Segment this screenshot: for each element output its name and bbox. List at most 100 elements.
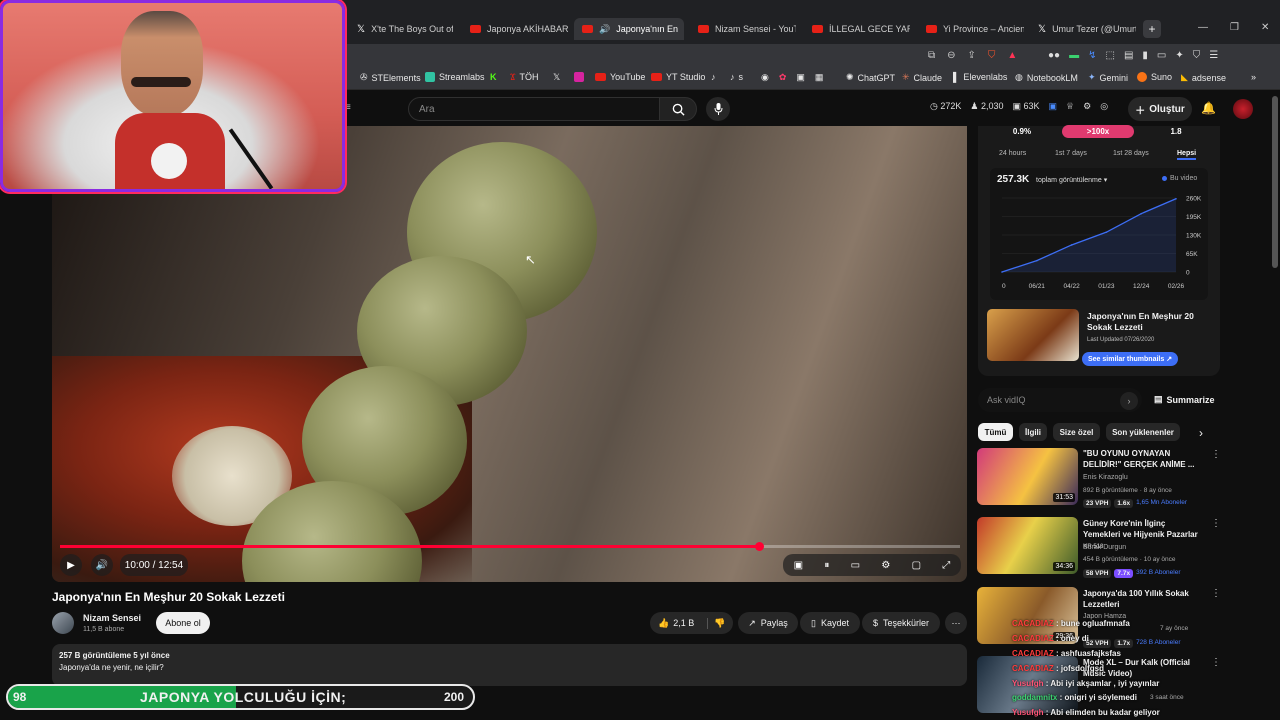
search-button[interactable] [659,97,697,121]
vidiq-player-icon[interactable]: ▣ [794,560,803,571]
zoom-icon[interactable]: ⊖ [947,50,955,61]
thanks-button[interactable]: $ Teşekkürler [862,612,940,634]
video-thumbnail-card[interactable] [987,309,1079,361]
extension-icon[interactable]: ◎ [1100,101,1108,112]
dislike-button[interactable]: 👎 [707,617,725,629]
bookmark-item[interactable]: ✳ Claude [902,72,942,83]
share-icon[interactable]: ⇪ [968,50,976,61]
extension-icon[interactable]: ●● [1048,50,1060,61]
bookmark-item[interactable]: ✇ STElements [360,72,421,83]
chip-related[interactable]: İlgili [1019,423,1047,441]
new-tab-button[interactable]: + [1143,20,1161,38]
puzzle-icon[interactable]: ⬚ [1105,50,1114,61]
more-vertical-icon[interactable]: ⋮ [1211,657,1221,668]
extension-icon[interactable]: ▬ [1069,50,1079,61]
bookmark-item[interactable]: YouTube [595,72,645,82]
share-button[interactable]: ↗ Paylaş [738,612,798,634]
search-input[interactable]: Ara [408,97,660,121]
like-button[interactable]: 👍 2,1 B [658,618,694,629]
recommendation-thumbnail[interactable]: 34:36 [977,517,1078,574]
bookmark-item[interactable]: K [490,72,497,82]
range-tab[interactable]: 1st 28 days [1113,150,1149,157]
video-player[interactable]: ↖ [52,126,967,582]
bookmark-item[interactable]: ▌ Elevenlabs [953,72,1007,82]
more-bookmarks-button[interactable]: » [1251,72,1256,82]
chip-for-you[interactable]: Size özel [1053,423,1100,441]
bookmark-item[interactable]: ✦ Gemini [1088,72,1128,83]
vidiq-icon[interactable]: ▣ [1049,101,1058,112]
hamburger-icon[interactable]: ≡ [345,102,351,113]
channel-name[interactable]: Nizam Sensei [83,613,141,623]
rewards-icon[interactable]: ▲ [1007,50,1017,61]
browser-tab[interactable]: İLLEGAL GECE YARIŞIN [804,18,910,40]
leo-icon[interactable]: ✦ [1175,50,1183,61]
volume-button[interactable]: 🔊 [91,554,113,576]
chip-all[interactable]: Tümü [978,423,1013,441]
save-button[interactable]: ▯ Kaydet [800,612,860,634]
bookmark-item[interactable]: Suno [1137,72,1172,82]
menu-icon[interactable]: ☰ [1209,50,1218,61]
summarize-button[interactable]: ▤ Summarize [1154,394,1215,405]
more-vertical-icon[interactable]: ⋮ [1211,518,1221,529]
voice-search-button[interactable] [706,97,730,121]
wallet-icon[interactable]: ▭ [1157,50,1166,61]
bookmark-item[interactable]: YT Studio [651,72,705,82]
see-similar-thumbnails-button[interactable]: See similar thumbnails ↗ [1082,352,1179,366]
browser-tab[interactable]: Nizam Sensei - YouTub [690,18,796,40]
ask-vidiq-input[interactable]: Ask vidIQ [978,388,1142,412]
close-window-icon[interactable]: ✕ [1261,22,1269,33]
description-box[interactable]: 257 B görüntüleme 5 yıl önce Japonya'da … [52,644,967,686]
subtitles-icon[interactable]: ▭ [851,560,860,571]
more-vertical-icon[interactable]: ⋮ [1211,588,1221,599]
restore-icon[interactable]: ❐ [1230,22,1239,33]
minimize-icon[interactable]: — [1198,22,1208,33]
recommendation-channel[interactable]: Burak Durgun [1083,544,1126,551]
extension-icon[interactable]: ✿ [779,72,787,83]
extension-icon[interactable]: ▣ [796,72,805,83]
bookmark-item[interactable]: Ϫ TÖH [510,72,538,82]
browser-tab[interactable]: Japonya AKİHABARA b [462,18,568,40]
page-scrollbar[interactable] [1272,96,1278,268]
bookmark-item[interactable]: ♪ s [730,72,743,82]
extension-icon[interactable]: ▤ [1124,50,1133,61]
range-tab[interactable]: 1st 7 days [1055,150,1087,157]
open-in-app-icon[interactable]: ⧉ [928,50,935,61]
subscribe-button[interactable]: Abone ol [156,612,210,634]
brave-shield-icon[interactable]: ⛉ [988,50,996,61]
miniplayer-icon[interactable]: ▢ [912,560,921,571]
range-tab[interactable]: 24 hours [999,150,1026,157]
browser-tab[interactable]: 𝕏 X'te The Boys Out of C [349,18,453,40]
bell-outline-icon[interactable]: ♕ [1066,101,1074,112]
bookmark-item[interactable]: ♪ [711,72,716,82]
recommendation-thumbnail[interactable]: 31:53 [977,448,1078,505]
bookmark-item[interactable]: ◣ adsense [1181,72,1226,83]
browser-tab[interactable]: 𝕏 Umur Tezer (@Umurte [1030,18,1136,40]
ask-send-button[interactable]: › [1120,392,1138,410]
browser-tab-active[interactable]: 🔊Japonya'nın En✕ [574,18,684,40]
account-avatar[interactable] [1233,99,1253,119]
range-tab-active[interactable]: Hepsi [1177,150,1197,160]
vpn-icon[interactable]: ⛉ [1193,50,1201,61]
recommendation-title[interactable]: Japonya'da 100 Yıllık Sokak Lezzetleri [1083,588,1203,610]
more-actions-button[interactable]: ⋯ [945,612,967,634]
recommendation-channel[interactable]: Enis Kirazoglu [1083,474,1128,481]
recommendation-title[interactable]: "BU OYUNU OYNAYAN DELİDİR!" GERÇEK ANİME… [1083,448,1203,470]
bookmark-item[interactable] [574,72,584,82]
channel-avatar[interactable] [52,612,74,634]
fullscreen-icon[interactable]: ⤢ [942,560,950,571]
settings-icon[interactable]: ⚙ [1083,101,1091,112]
threads-icon[interactable]: ◉ [761,72,769,83]
bookmark-item[interactable]: ✺ ChatGPT [846,72,895,83]
sidebar-icon[interactable]: ▮ [1142,50,1148,61]
bookmark-item[interactable]: Streamlabs [425,72,485,82]
notifications-icon[interactable]: 🔔 [1201,101,1216,115]
extension-icon[interactable]: ↯ [1088,50,1096,61]
settings-gear-icon[interactable]: ⚙ [881,560,890,571]
chips-next-icon[interactable]: › [1199,426,1203,440]
create-button[interactable]: ＋ Oluştur [1128,97,1192,121]
browser-tab[interactable]: Yi Province – Ancient C [918,18,1024,40]
play-button[interactable]: ▶ [60,554,82,576]
bookmark-item[interactable]: ◍ NotebookLM [1015,72,1078,83]
more-vertical-icon[interactable]: ⋮ [1211,449,1221,460]
autoplay-icon[interactable]: ⏸ [824,560,829,571]
